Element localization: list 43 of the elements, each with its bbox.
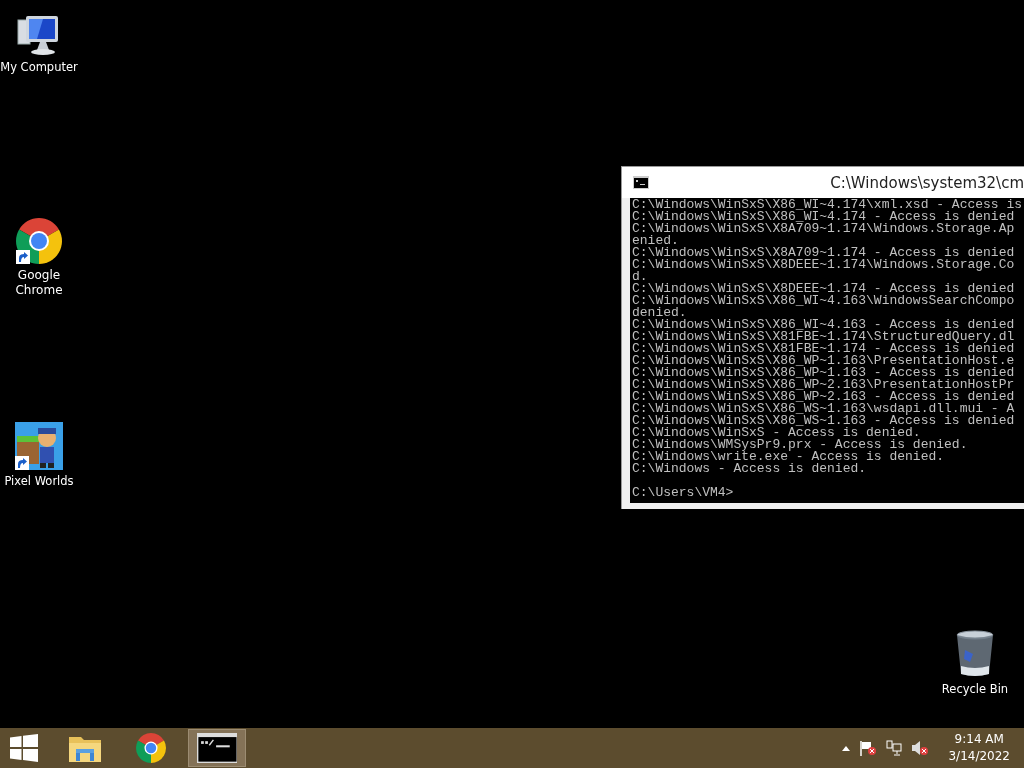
window-title: C:\Windows\system32\cm	[830, 173, 1024, 192]
trash-can-icon	[955, 630, 995, 678]
console-line: C:\Windows\WinSxS\X86_WI~4.163\WindowsSearchCompo	[632, 295, 1016, 307]
start-button[interactable]	[10, 734, 38, 762]
console-line: C:\Windows\WinSxS\X86_WI~4.174\xml.xsd - Access is	[632, 199, 1024, 211]
icon-label: My Computer	[0, 60, 78, 75]
console-line: C:\Windows\WinSxS\X8A709~1.174\Windows.Storage.Ap	[632, 223, 1016, 235]
game-icon	[15, 422, 63, 470]
console-line: C:\Windows\WinSxS\X86_WS~1.163 - Access is denied	[632, 415, 1016, 427]
console-line: C:\Windows\WinSxS\X86_WP~1.163\PresentationHost.e	[632, 355, 1016, 367]
network-icon[interactable]	[886, 740, 903, 756]
console-line: C:\Windows\WinSxS\X86_WP~1.163 - Access is denied	[632, 367, 1016, 379]
flag-warning-icon[interactable]	[859, 740, 878, 756]
browser-icon	[136, 733, 166, 763]
show-hidden-icons-icon[interactable]	[842, 745, 851, 751]
console-line: C:\Windows\WinSxS\X8A709~1.174 - Access is denied	[632, 247, 1016, 259]
console-line: C:\Windows\WinSxS - Access is denied.	[632, 427, 921, 439]
console-line: C:\Windows - Access is denied.	[632, 463, 868, 475]
console-line: denied.	[632, 307, 687, 319]
clock[interactable]: 9:14 AM 3/14/2022	[948, 731, 1010, 765]
console-line: C:\Windows\WinSxS\X81FBE~1.174 - Access is denied	[632, 343, 1016, 355]
command-prompt[interactable]: C:\Users\VM4>	[632, 487, 1024, 499]
console-app-icon	[633, 176, 649, 189]
speaker-muted-icon[interactable]	[911, 740, 930, 756]
console-icon[interactable]	[196, 733, 238, 763]
taskbar-app-button[interactable]	[188, 729, 246, 767]
console-line: C:\Windows\WinSxS\X86_WP~2.163\PresentationHostPr	[632, 379, 1016, 391]
console-line: C:\Windows\WMSysPr9.prx - Access is denied.	[632, 439, 969, 451]
console-line: C:\Windows\WinSxS\X8DEEE~1.174\Windows.Storage.Co	[632, 259, 1016, 271]
console-line: C:\Windows\WinSxS\X86_WS~1.163\wsdapi.dll.mui - A	[632, 403, 1016, 415]
console-line: enied.	[632, 235, 679, 247]
icon-label: Recycle Bin	[941, 682, 1009, 697]
icon-label: Pixel Worlds	[4, 474, 74, 489]
clock-date: 3/14/2022	[948, 748, 1010, 765]
clock-time: 9:14 AM	[954, 731, 1004, 748]
icon-label: Google Chrome	[14, 268, 64, 298]
console-line: C:\Windows\WinSxS\X86_WP~2.163 - Access is denied	[632, 391, 1016, 403]
console-line: C:\Windows\WinSxS\X8DEEE~1.174 - Access is denied	[632, 283, 1016, 295]
console-line: C:\Windows\WinSxS\X86_WI~4.163 - Access is denied	[632, 319, 1016, 331]
console-line: d.	[632, 271, 648, 283]
console-line: C:\Windows\WinSxS\X81FBE~1.174\StructuredQuery.dl	[632, 331, 1016, 343]
console-line: C:\Windows\write.exe - Access is denied.	[632, 451, 946, 463]
console-line: C:\Windows\WinSxS\X86_WI~4.174 - Access is denied	[632, 211, 1016, 223]
